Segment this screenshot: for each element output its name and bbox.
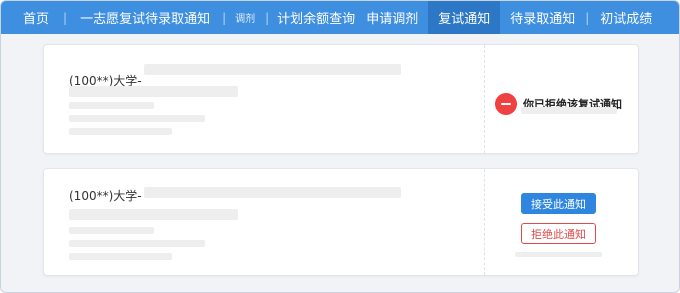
placeholder-bar xyxy=(69,86,238,97)
placeholder-bar xyxy=(515,252,602,257)
card-divider xyxy=(484,45,485,153)
app-window: 首页 | 一志愿复试待录取通知 | 调剂 | 计划余额查询 申请调剂 复试通知 … xyxy=(0,0,680,293)
placeholder-bar xyxy=(69,128,172,135)
placeholder-bar xyxy=(69,240,205,247)
nav-separator: | xyxy=(585,10,590,25)
placeholder-bar xyxy=(144,187,401,198)
nav-item-retest-notice[interactable]: 复试通知 xyxy=(428,1,501,34)
notice-card: (100**)大学- 接受此通知 拒绝此通知 xyxy=(43,168,639,276)
nav-separator: | xyxy=(222,10,227,25)
placeholder-bar xyxy=(69,102,154,109)
placeholder-bar xyxy=(69,253,172,260)
nav-item-plan-balance[interactable]: 计划余额查询 xyxy=(277,1,366,34)
notice-card: (100**)大学- 你已拒绝该复试通知 xyxy=(43,44,639,154)
top-nav: 首页 | 一志愿复试待录取通知 | 调剂 | 计划余额查询 申请调剂 复试通知 … xyxy=(1,1,679,34)
placeholder-bar xyxy=(69,209,238,220)
card-divider xyxy=(484,169,485,275)
placeholder-bar xyxy=(144,64,401,75)
placeholder-bar xyxy=(521,107,617,114)
nav-item-adjustment[interactable]: 调剂 xyxy=(235,1,265,34)
placeholder-bar xyxy=(69,227,154,234)
accept-notice-button[interactable]: 接受此通知 xyxy=(521,193,596,214)
university-name: (100**)大学- xyxy=(69,189,142,203)
nav-item-first-choice[interactable]: 一志愿复试待录取通知 xyxy=(80,1,222,34)
nav-item-home[interactable]: 首页 xyxy=(1,1,63,34)
minus-circle-icon xyxy=(495,93,517,115)
nav-item-initial-scores[interactable]: 初试成绩 xyxy=(600,1,652,34)
nav-item-pending-admission[interactable]: 待录取通知 xyxy=(500,1,585,34)
nav-item-apply-adjustment[interactable]: 申请调剂 xyxy=(366,1,428,34)
nav-separator: | xyxy=(265,10,270,25)
reject-notice-button[interactable]: 拒绝此通知 xyxy=(521,223,596,244)
placeholder-bar xyxy=(69,115,205,122)
nav-separator: | xyxy=(63,10,68,25)
